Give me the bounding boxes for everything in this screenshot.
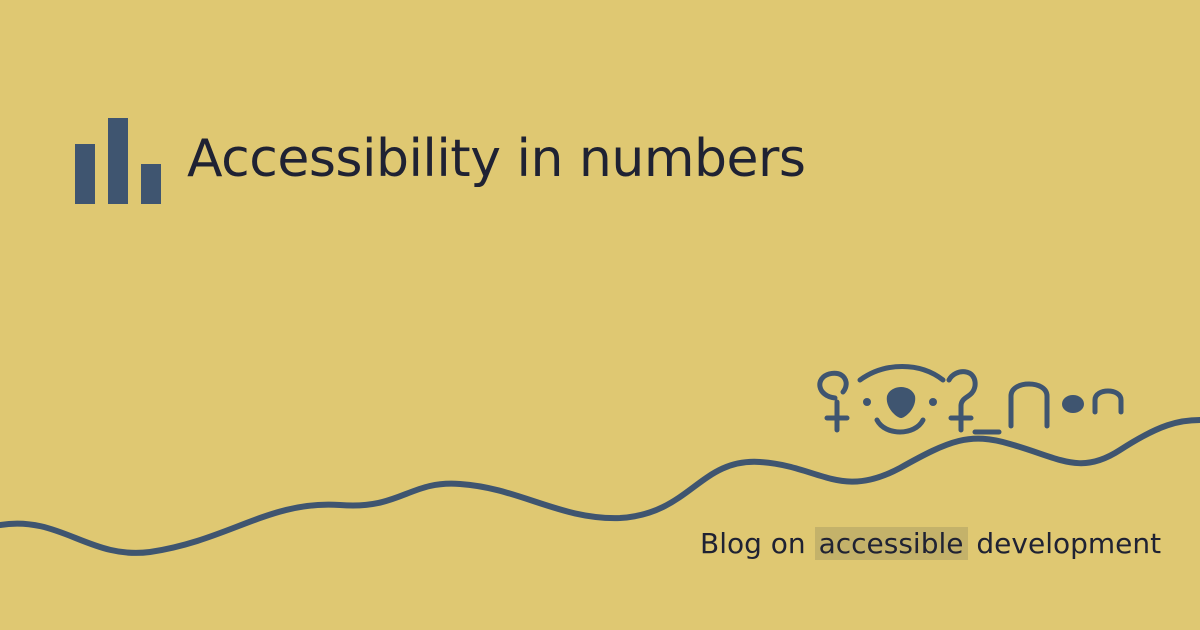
tagline: Blog on accessible development (700, 522, 1161, 566)
social-card: Accessibility in numbers Blog on accessi… (0, 0, 1200, 630)
mascot-logo-icon (817, 364, 1124, 435)
tagline-highlight: accessible (814, 527, 968, 560)
tagline-suffix: development (976, 527, 1162, 560)
tagline-prefix: Blog on (700, 527, 806, 560)
